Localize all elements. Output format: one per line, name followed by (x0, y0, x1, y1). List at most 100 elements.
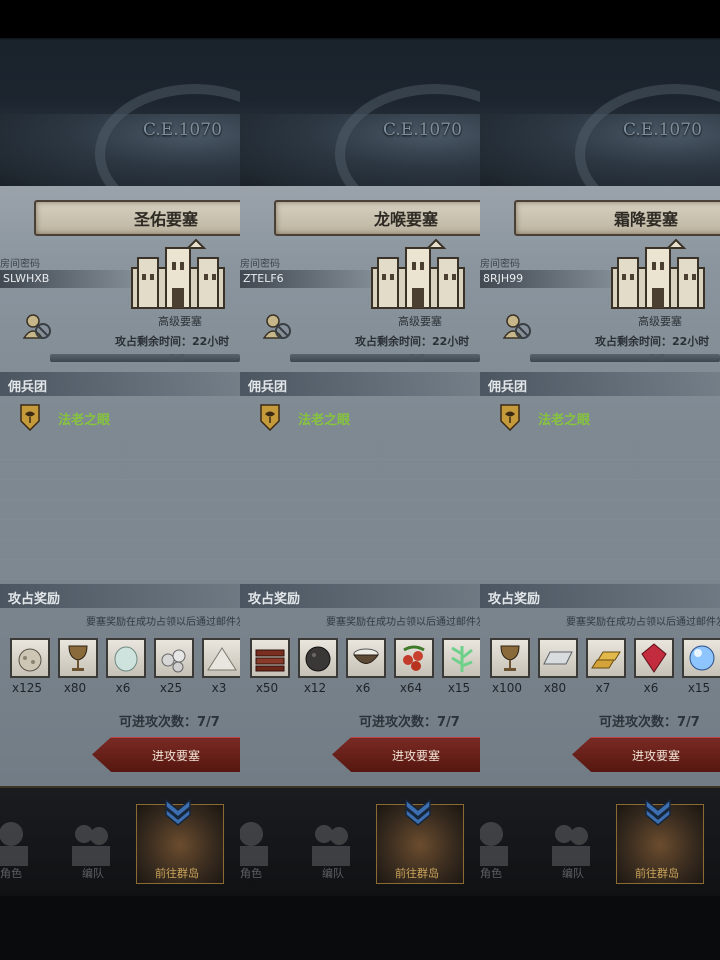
room-code-value[interactable]: 8RJH99 (483, 272, 523, 285)
mercenary-name[interactable]: 法老之眼 (538, 409, 590, 428)
character-nav-icon[interactable] (0, 818, 36, 866)
reward-item[interactable] (154, 638, 194, 678)
attack-fortress-button[interactable]: 进攻要塞 (92, 737, 240, 772)
attempts-remaining: 可进攻次数：7/7 (599, 715, 700, 730)
progress-text: 0/0 (409, 353, 426, 364)
reward-item[interactable] (202, 638, 240, 678)
character-nav-label[interactable]: 角色 (240, 865, 262, 881)
formation-nav-label[interactable]: 编队 (82, 865, 104, 881)
reward-item[interactable] (490, 638, 530, 678)
eye-shield-icon (20, 404, 40, 431)
mercenary-row[interactable]: 法老之眼 (260, 403, 480, 433)
no-guild-icon (262, 314, 291, 339)
time-remaining: 攻占剩余时间：22小时 (595, 335, 710, 348)
chevron-crest-icon (165, 798, 191, 826)
bottom-black-bar (480, 896, 720, 960)
room-code-label: 房间密码 (240, 259, 280, 270)
reward-item[interactable] (586, 638, 626, 678)
formation-nav-icon[interactable] (66, 818, 116, 866)
reward-quantity: x3 (211, 681, 227, 695)
mercenary-section-title: 佣兵团 (248, 380, 288, 395)
reward-item[interactable] (250, 638, 290, 678)
mercenary-name[interactable]: 法老之眼 (58, 409, 110, 428)
fortress-tier: 高级要塞 (638, 315, 682, 328)
go-to-islands-label[interactable]: 前往群岛 (395, 865, 439, 881)
reward-item[interactable] (58, 638, 98, 678)
stone-icon (114, 646, 138, 672)
herb-icon (451, 646, 473, 672)
chevron-crest-icon (645, 798, 671, 826)
mercenary-list-area (0, 440, 240, 580)
reward-quantity: x12 (303, 681, 327, 695)
era-label: C.E.1070 (383, 120, 462, 140)
attack-fortress-button[interactable]: 进攻要塞 (332, 737, 480, 772)
reward-item[interactable] (106, 638, 146, 678)
mercenary-row[interactable]: 法老之眼 (20, 403, 240, 433)
room-code-value[interactable]: SLWHXB (3, 272, 49, 285)
pearls-icon (161, 649, 186, 673)
fortress-name: 霜降要塞 (613, 210, 678, 229)
character-nav-icon[interactable] (240, 818, 276, 866)
room-code-value[interactable]: ZTELF6 (243, 272, 284, 285)
formation-nav-label[interactable]: 编队 (562, 865, 584, 881)
salt-pile-icon (207, 647, 237, 671)
reward-item[interactable] (298, 638, 338, 678)
reward-quantity: x15 (447, 681, 471, 695)
reward-item[interactable] (346, 638, 386, 678)
progress-bar (290, 354, 480, 362)
mercenary-section-header: 佣兵团 (240, 372, 480, 396)
reward-quantity: x64 (399, 681, 423, 695)
castle-icon (131, 238, 225, 309)
eye-shield-icon (500, 404, 520, 431)
fortress-strip-3: C.E.1070 霜降要塞 房间密码 8RJH99 高级要塞 攻占剩余时间：22… (480, 0, 720, 960)
reward-section-title: 攻占奖励 (248, 592, 301, 607)
mercenary-list-area (240, 440, 480, 580)
no-guild-icon (502, 314, 531, 339)
character-nav-icon[interactable] (480, 818, 516, 866)
attack-fortress-button[interactable]: 进攻要塞 (572, 737, 720, 772)
goblet-icon (68, 645, 88, 671)
reward-section-header: 攻占奖励 (240, 584, 480, 608)
reward-quantity: x6 (115, 681, 131, 695)
era-label: C.E.1070 (623, 120, 702, 140)
reward-item[interactable] (442, 638, 480, 678)
fortress-name: 龙喉要塞 (373, 210, 438, 229)
ore-icon (18, 648, 42, 672)
reward-item[interactable] (394, 638, 434, 678)
mercenary-name[interactable]: 法老之眼 (298, 409, 350, 428)
go-to-islands-label[interactable]: 前往群岛 (155, 865, 199, 881)
salt-bowl-icon (353, 648, 379, 664)
formation-nav-icon[interactable] (546, 818, 596, 866)
mercenary-section-title: 佣兵团 (488, 380, 528, 395)
reward-item[interactable] (634, 638, 674, 678)
reward-items (250, 638, 480, 686)
reward-quantity: x15 (687, 681, 711, 695)
reward-quantity: x80 (63, 681, 87, 695)
era-label: C.E.1070 (143, 120, 222, 140)
reward-quantity: x6 (643, 681, 659, 695)
top-black-bar (0, 0, 240, 38)
gold-bars-icon (591, 651, 621, 669)
fortress-strip-2: C.E.1070 龙喉要塞 房间密码 ZTELF6 高级要塞 攻占剩余时间：22… (240, 0, 481, 960)
character-nav-label[interactable]: 角色 (0, 865, 22, 881)
attack-fortress-label: 进攻要塞 (152, 749, 201, 763)
wood-planks-icon (255, 649, 285, 672)
fortress-tier: 高级要塞 (398, 315, 442, 328)
reward-item[interactable] (682, 638, 720, 678)
go-to-islands-label[interactable]: 前往群岛 (635, 865, 679, 881)
top-black-bar (240, 0, 480, 38)
formation-nav-label[interactable]: 编队 (322, 865, 344, 881)
mercenary-section-title: 佣兵团 (8, 380, 48, 395)
attack-fortress-label: 进攻要塞 (392, 749, 441, 763)
fortress-strip-1: C.E.1070 圣佑要塞 房间密码 SLWHXB 高级要塞 攻占剩余时间：22… (0, 0, 241, 960)
attack-fortress-label: 进攻要塞 (632, 749, 681, 763)
bottom-black-bar (240, 896, 480, 960)
reward-section-header: 攻占奖励 (480, 584, 720, 608)
formation-nav-icon[interactable] (306, 818, 356, 866)
character-nav-label[interactable]: 角色 (480, 865, 502, 881)
reward-item[interactable] (10, 638, 50, 678)
reward-section-header: 攻占奖励 (0, 584, 240, 608)
time-remaining: 攻占剩余时间：22小时 (115, 335, 230, 348)
mercenary-row[interactable]: 法老之眼 (500, 403, 720, 433)
reward-item[interactable] (538, 638, 578, 678)
